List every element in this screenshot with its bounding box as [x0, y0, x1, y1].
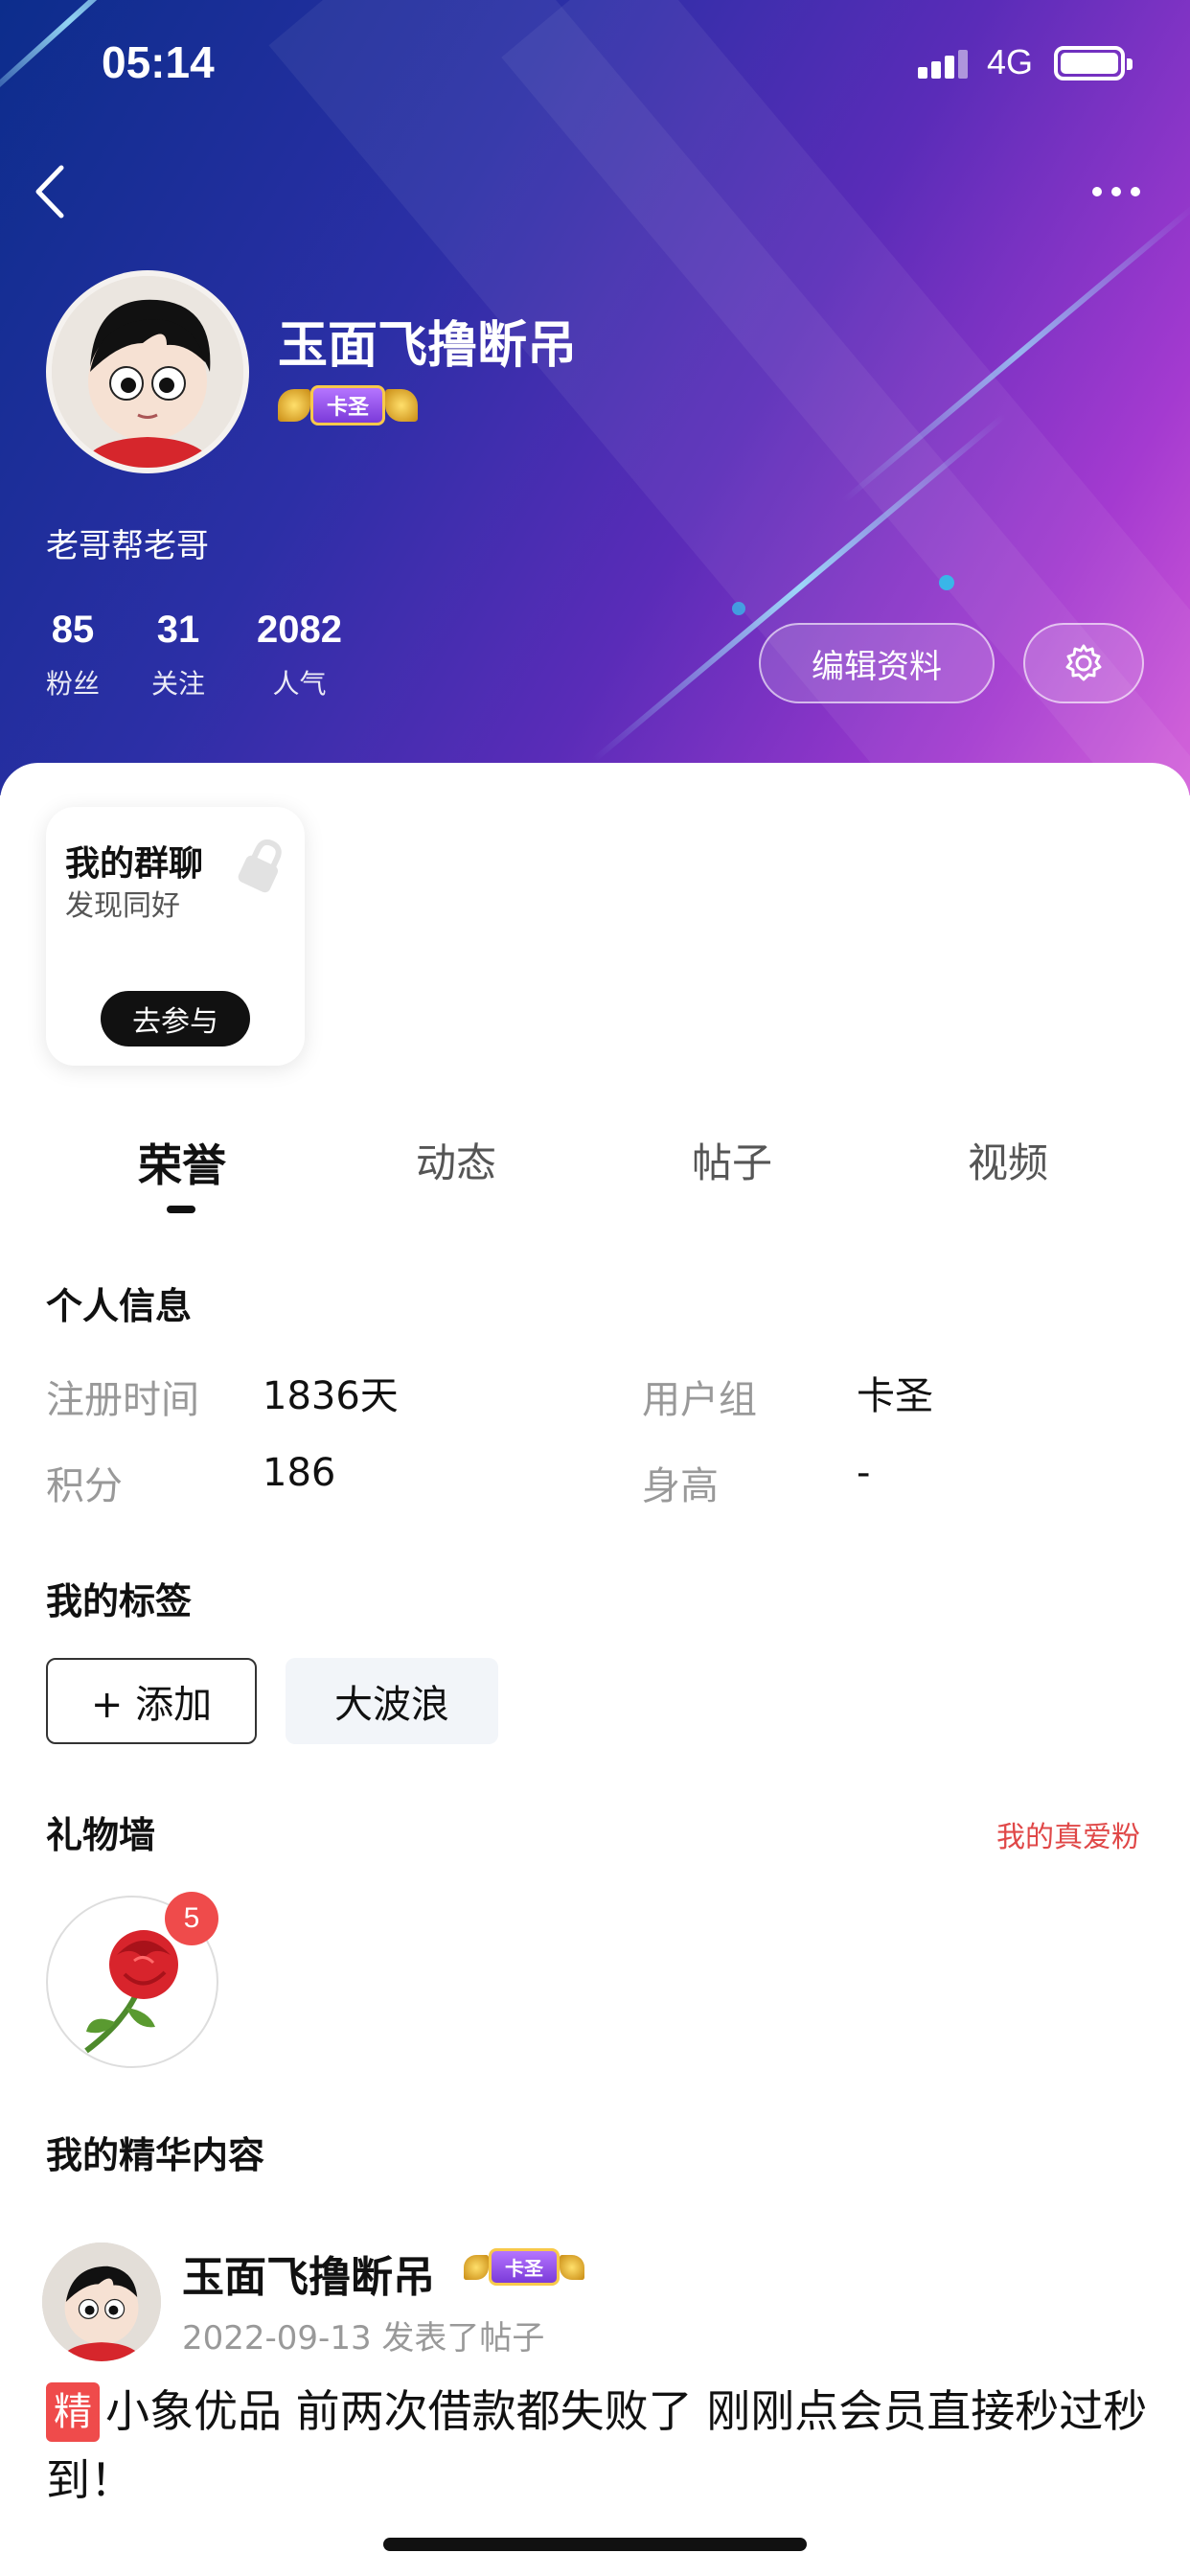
settings-button[interactable] — [1023, 623, 1144, 703]
tab-videos[interactable]: 视频 — [912, 1131, 1104, 1189]
info-value-user-group: 卡圣 — [857, 1374, 933, 1418]
level-badge: 卡圣 — [278, 385, 419, 426]
profile-stats: 85 粉丝 31 关注 2082 人气 — [46, 609, 394, 702]
info-value-height: - — [857, 1451, 871, 1495]
stat-popularity[interactable]: 2082 人气 — [257, 609, 342, 702]
profile-username: 玉面飞撸断吊 — [278, 317, 578, 375]
post-meta: 2022-09-13 发表了帖子 — [182, 2319, 545, 2358]
tab-honor[interactable]: 荣誉 — [86, 1131, 278, 1194]
info-value-points: 186 — [263, 1451, 336, 1495]
featured-title: 我的精华内容 — [46, 2134, 265, 2176]
post-badge-label: 卡圣 — [489, 2248, 560, 2286]
gear-icon — [1065, 644, 1102, 681]
profile-tabs: 荣誉 动态 帖子 视频 — [0, 1131, 1190, 1208]
more-dot-icon — [1131, 187, 1140, 196]
wing-right-icon — [385, 389, 419, 422]
post-content[interactable]: 精小象优品 前两次借款都失败了 刚刚点会员直接秒过秒到！ — [46, 2377, 1148, 2515]
post-author-name[interactable]: 玉面飞撸断吊 — [182, 2242, 435, 2304]
battery-icon — [1054, 46, 1133, 80]
chevron-left-icon — [35, 165, 64, 218]
join-group-button[interactable]: 去参与 — [101, 991, 250, 1046]
featured-tag: 精 — [46, 2382, 100, 2442]
cartoon-boy-avatar-icon — [52, 276, 243, 468]
personal-info-title: 个人信息 — [46, 1285, 193, 1327]
info-label-points: 积分 — [46, 1464, 123, 1508]
wing-left-icon — [278, 389, 310, 422]
wing-left-icon — [464, 2254, 489, 2280]
stat-following[interactable]: 31 关注 — [151, 609, 205, 702]
wing-right-icon — [560, 2254, 584, 2280]
status-time: 05:14 — [102, 37, 215, 87]
post-text: 小象优品 前两次借款都失败了 刚刚点会员直接秒过秒到！ — [46, 2385, 1148, 2506]
post-author-avatar[interactable] — [42, 2242, 161, 2361]
stat-value: 2082 — [257, 609, 343, 651]
add-tag-button[interactable]: + 添加 — [46, 1658, 257, 1744]
profile-bio: 老哥帮老哥 — [46, 527, 209, 565]
cartoon-boy-avatar-icon — [42, 2242, 161, 2361]
tag-chip[interactable]: 大波浪 — [286, 1658, 498, 1744]
info-label-height: 身高 — [642, 1464, 719, 1508]
group-card-subtitle: 发现同好 — [65, 889, 180, 923]
more-button[interactable] — [1092, 172, 1159, 211]
lock-icon — [238, 839, 282, 893]
network-label: 4G — [987, 42, 1034, 81]
stat-value: 31 — [156, 609, 200, 651]
group-chat-card[interactable]: 我的群聊 发现同好 去参与 — [46, 807, 305, 1066]
stat-label: 关注 — [151, 668, 206, 700]
tab-activity[interactable]: 动态 — [360, 1131, 552, 1189]
stat-label: 粉丝 — [46, 668, 101, 700]
more-dot-icon — [1092, 187, 1102, 196]
post-author-badge: 卡圣 — [464, 2248, 584, 2286]
back-button[interactable] — [29, 158, 77, 225]
stat-value: 85 — [51, 609, 95, 651]
avatar[interactable] — [46, 270, 249, 473]
gift-wall-title: 礼物墙 — [46, 1814, 156, 1856]
home-indicator — [383, 2538, 807, 2551]
more-dot-icon — [1111, 187, 1121, 196]
level-badge-label: 卡圣 — [310, 385, 386, 426]
info-label-register-time: 注册时间 — [46, 1378, 199, 1422]
group-card-title: 我的群聊 — [65, 844, 204, 884]
status-bar: 05:14 4G — [0, 29, 1190, 105]
signal-icon — [918, 50, 968, 79]
info-label-user-group: 用户组 — [642, 1378, 757, 1422]
true-fans-link[interactable]: 我的真爱粉 — [996, 1813, 1140, 1855]
edit-profile-button[interactable]: 编辑资料 — [759, 623, 995, 703]
info-value-register-time: 1836天 — [263, 1374, 399, 1418]
stat-label: 人气 — [272, 668, 327, 700]
tab-indicator — [167, 1206, 195, 1213]
tags-title: 我的标签 — [46, 1580, 193, 1622]
stat-followers[interactable]: 85 粉丝 — [46, 609, 100, 702]
gift-count-badge: 5 — [165, 1892, 218, 1945]
tab-posts[interactable]: 帖子 — [636, 1131, 828, 1189]
